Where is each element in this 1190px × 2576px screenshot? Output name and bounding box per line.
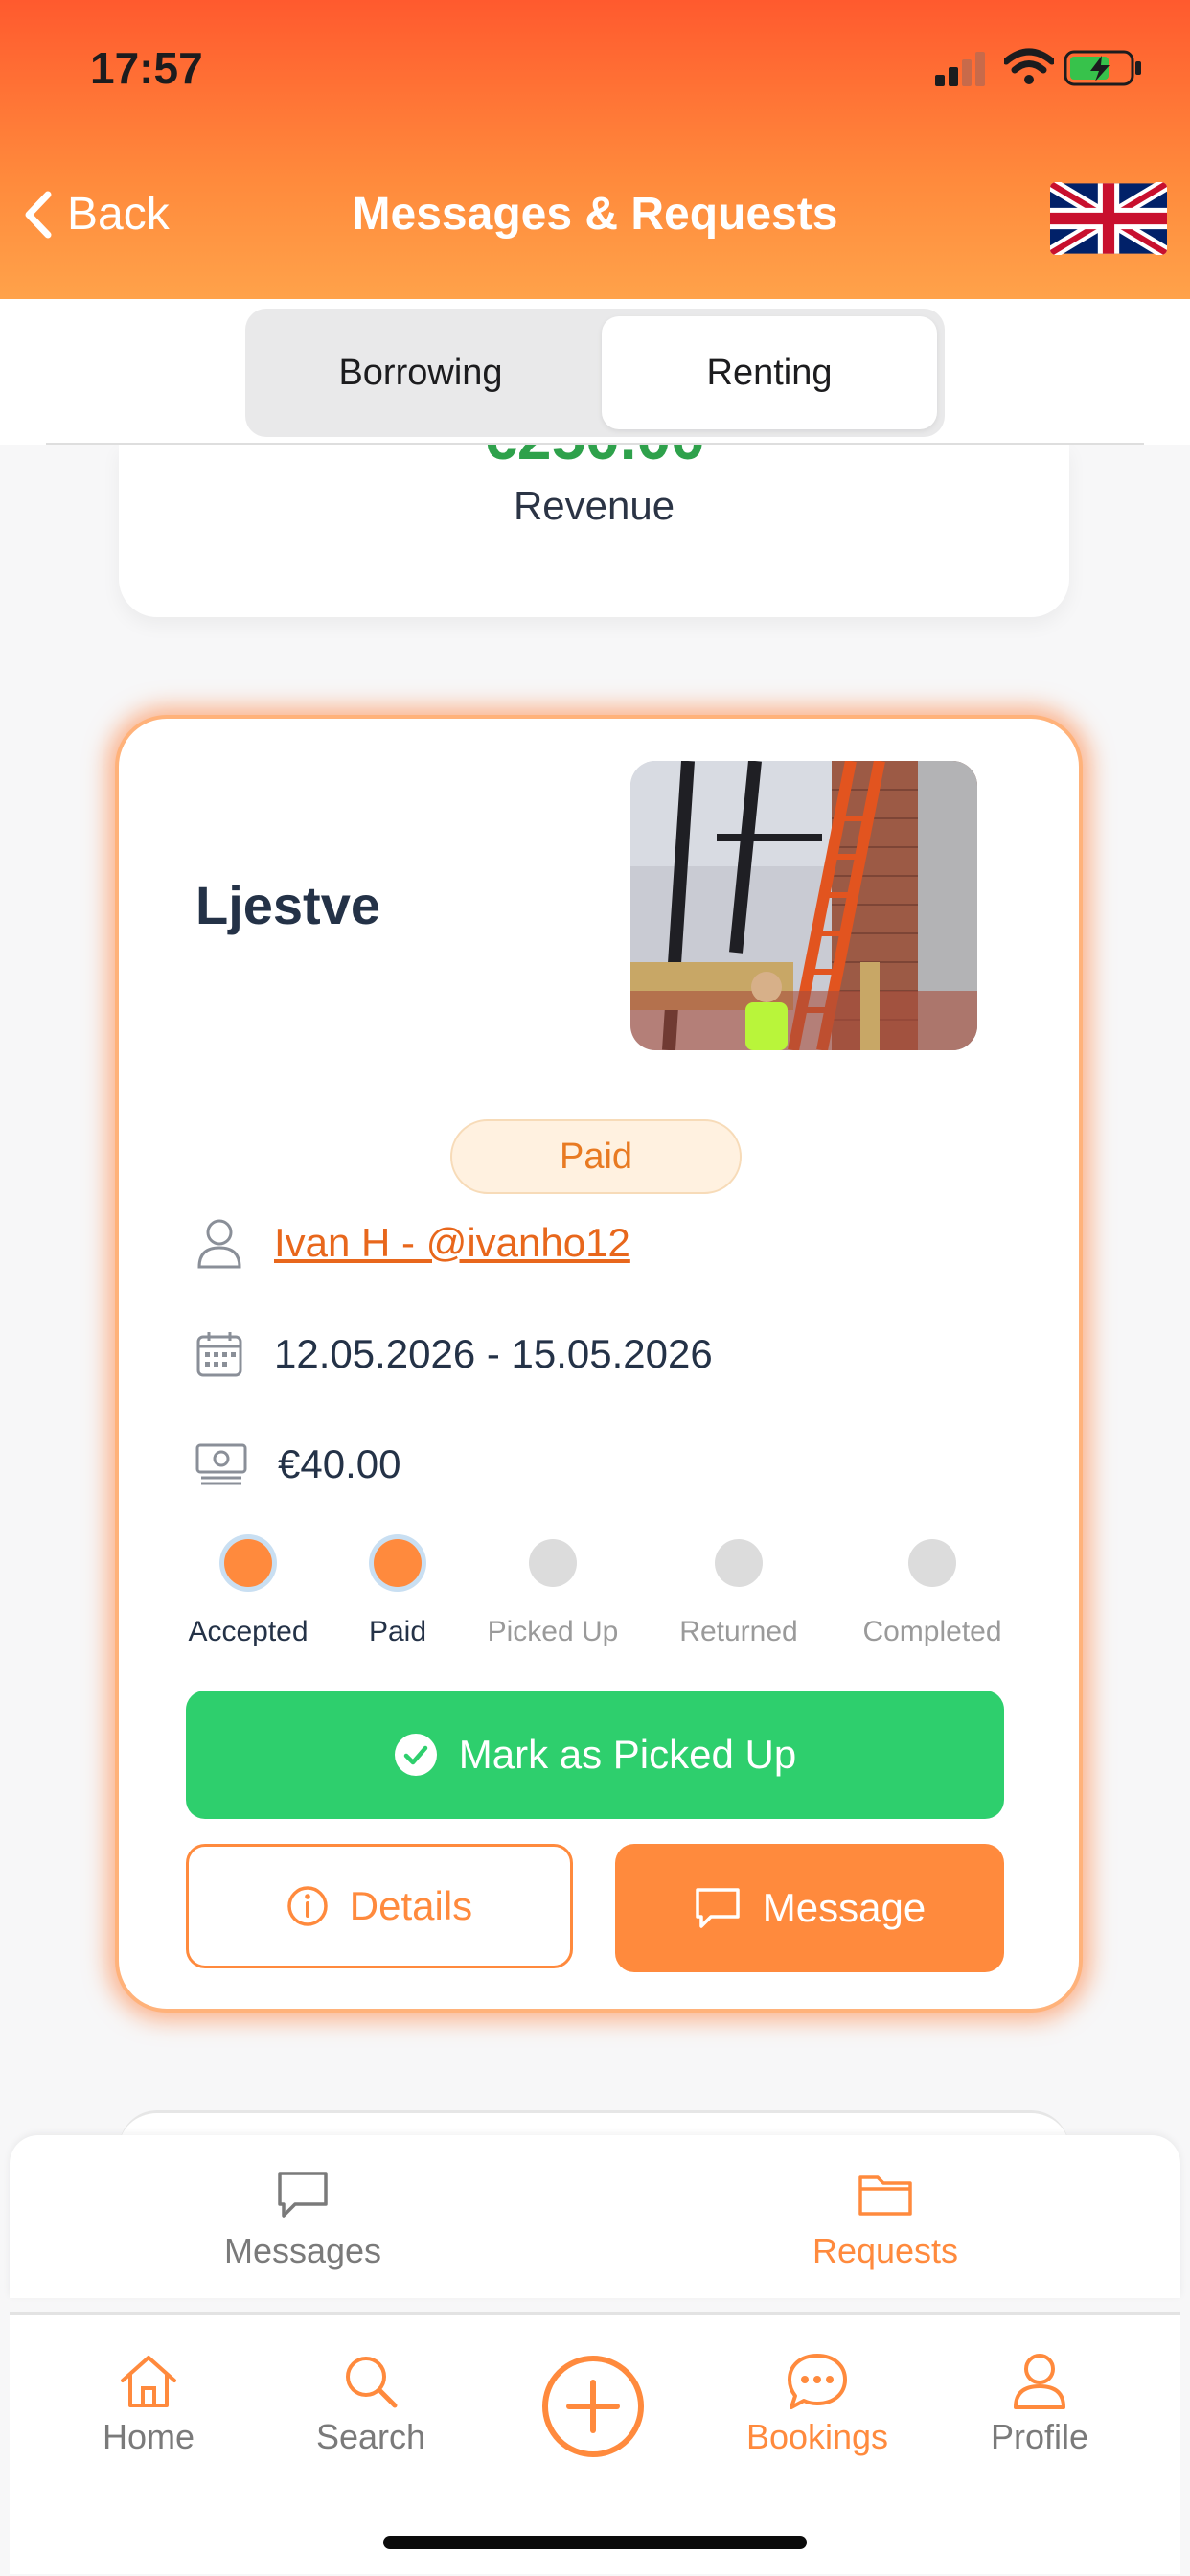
profile-icon xyxy=(1014,2354,1065,2409)
nav-profile[interactable]: Profile xyxy=(944,2352,1135,2457)
tab-requests-label: Requests xyxy=(812,2231,959,2270)
segment-renting[interactable]: Renting xyxy=(602,316,937,429)
plus-circle-icon xyxy=(542,2356,644,2457)
status-badge: Paid xyxy=(450,1119,742,1194)
folder-icon xyxy=(858,2175,912,2216)
search-icon xyxy=(346,2357,398,2408)
message-label: Message xyxy=(762,1885,927,1930)
tab-messages[interactable]: Messages xyxy=(159,2168,446,2271)
tab-messages-label: Messages xyxy=(223,2231,382,2270)
nav-search[interactable]: Search xyxy=(275,2352,467,2457)
nav-profile-label: Profile xyxy=(990,2417,1089,2456)
step-completed-dot xyxy=(908,1539,956,1587)
status-time: 17:57 xyxy=(90,43,203,93)
cash-icon xyxy=(195,1443,247,1485)
item-photo[interactable] xyxy=(630,761,977,1050)
cellular-signal-icon xyxy=(935,52,985,86)
step-returned-dot xyxy=(715,1539,763,1587)
user-icon xyxy=(197,1219,241,1269)
nav-search-label: Search xyxy=(315,2417,426,2456)
home-indicator xyxy=(383,2536,807,2549)
nav-bookings[interactable]: Bookings xyxy=(721,2352,913,2457)
tab-requests[interactable]: Requests xyxy=(742,2168,1029,2271)
owner-row: Ivan H - @ivanho12 xyxy=(195,1217,630,1269)
revenue-label: Revenue xyxy=(513,483,675,528)
segment-borrowing[interactable]: Borrowing xyxy=(251,316,590,429)
nav-bookings-label: Bookings xyxy=(745,2417,889,2456)
step-completed-label: Completed xyxy=(862,1616,1002,1647)
step-paid-dot xyxy=(374,1539,422,1587)
calendar-icon xyxy=(196,1332,242,1377)
home-icon xyxy=(121,2356,176,2407)
page-title: Messages & Requests xyxy=(352,189,838,240)
revenue-card xyxy=(119,445,1069,617)
owner-link[interactable]: Ivan H - @ivanho12 xyxy=(274,1220,630,1266)
info-icon xyxy=(287,1886,328,1926)
add-listing-button[interactable] xyxy=(540,2354,646,2459)
step-accepted-dot xyxy=(224,1539,272,1587)
message-button[interactable]: Message xyxy=(615,1844,1004,1972)
battery-icon xyxy=(1064,50,1141,86)
wifi-icon xyxy=(1004,48,1054,84)
step-picked-up-label: Picked Up xyxy=(487,1616,619,1647)
nav-home[interactable]: Home xyxy=(53,2352,244,2457)
chat-bubble-icon xyxy=(278,2172,328,2218)
details-button[interactable]: Details xyxy=(186,1844,573,1968)
chat-dots-icon xyxy=(788,2354,847,2409)
dates-row: 12.05.2026 - 15.05.2026 xyxy=(195,1330,713,1378)
details-label: Details xyxy=(349,1883,473,1928)
nav-home-label: Home xyxy=(102,2417,195,2456)
mark-picked-up-button[interactable]: Mark as Picked Up xyxy=(186,1690,1004,1819)
booking-dates: 12.05.2026 - 15.05.2026 xyxy=(274,1331,713,1376)
price-row: €40.00 xyxy=(195,1441,400,1487)
step-picked-up-dot xyxy=(529,1539,577,1587)
check-circle-icon xyxy=(394,1734,437,1776)
uk-flag-icon[interactable] xyxy=(1050,182,1167,255)
mark-picked-up-label: Mark as Picked Up xyxy=(458,1732,797,1777)
step-returned-label: Returned xyxy=(679,1616,798,1647)
item-title: Ljestve xyxy=(195,875,380,935)
booking-price: €40.00 xyxy=(278,1441,401,1486)
divider xyxy=(46,443,1144,445)
chat-bubble-icon xyxy=(696,1888,740,1928)
